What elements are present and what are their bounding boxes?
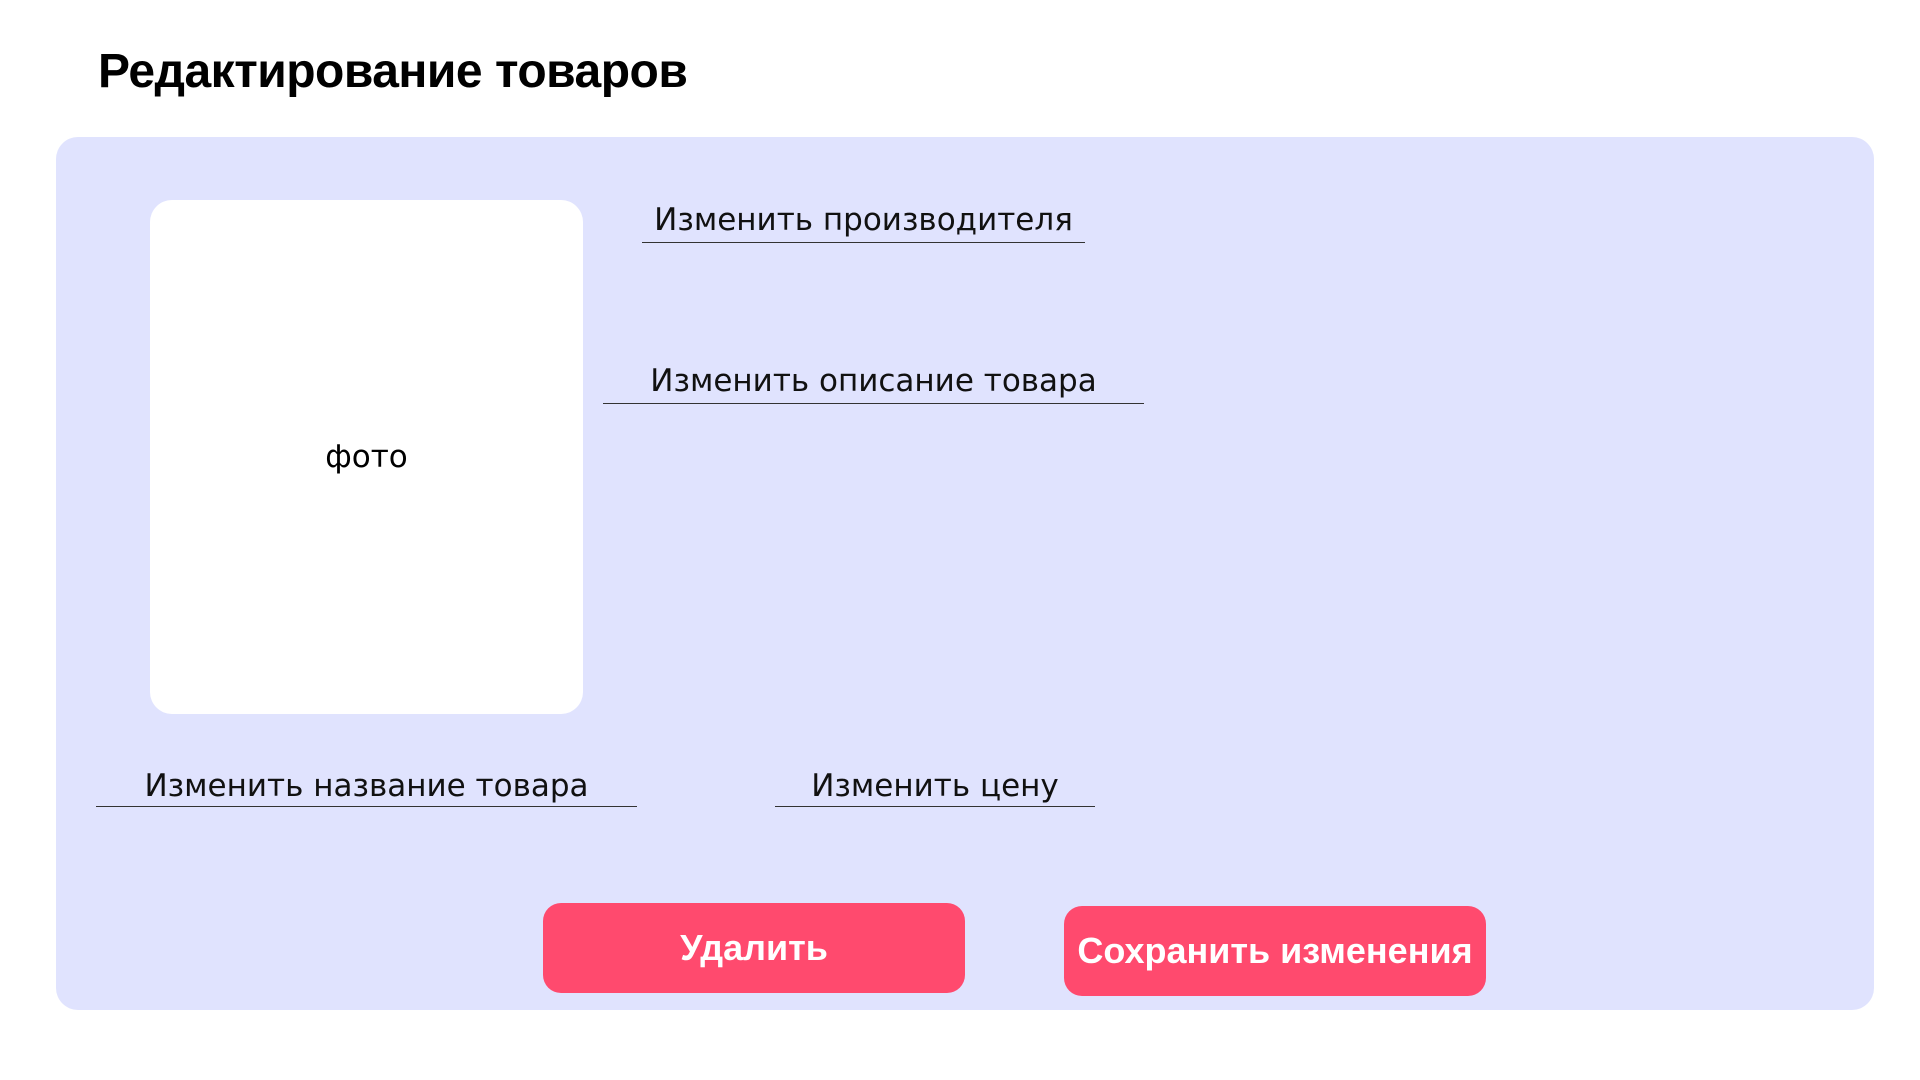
product-name-field[interactable]	[96, 765, 637, 807]
product-edit-panel: фото Удалить Сохранить изменения	[56, 137, 1874, 1010]
edit-products-page: Редактирование товаров фото Удалить Сохр…	[0, 0, 1920, 1080]
price-field[interactable]	[775, 765, 1095, 807]
manufacturer-field[interactable]	[642, 198, 1085, 243]
save-changes-button[interactable]: Сохранить изменения	[1064, 906, 1486, 996]
photo-label: фото	[325, 439, 408, 475]
description-field[interactable]	[603, 359, 1144, 404]
photo-upload-area[interactable]: фото	[150, 200, 583, 714]
delete-button[interactable]: Удалить	[543, 903, 965, 993]
page-title: Редактирование товаров	[98, 45, 688, 98]
